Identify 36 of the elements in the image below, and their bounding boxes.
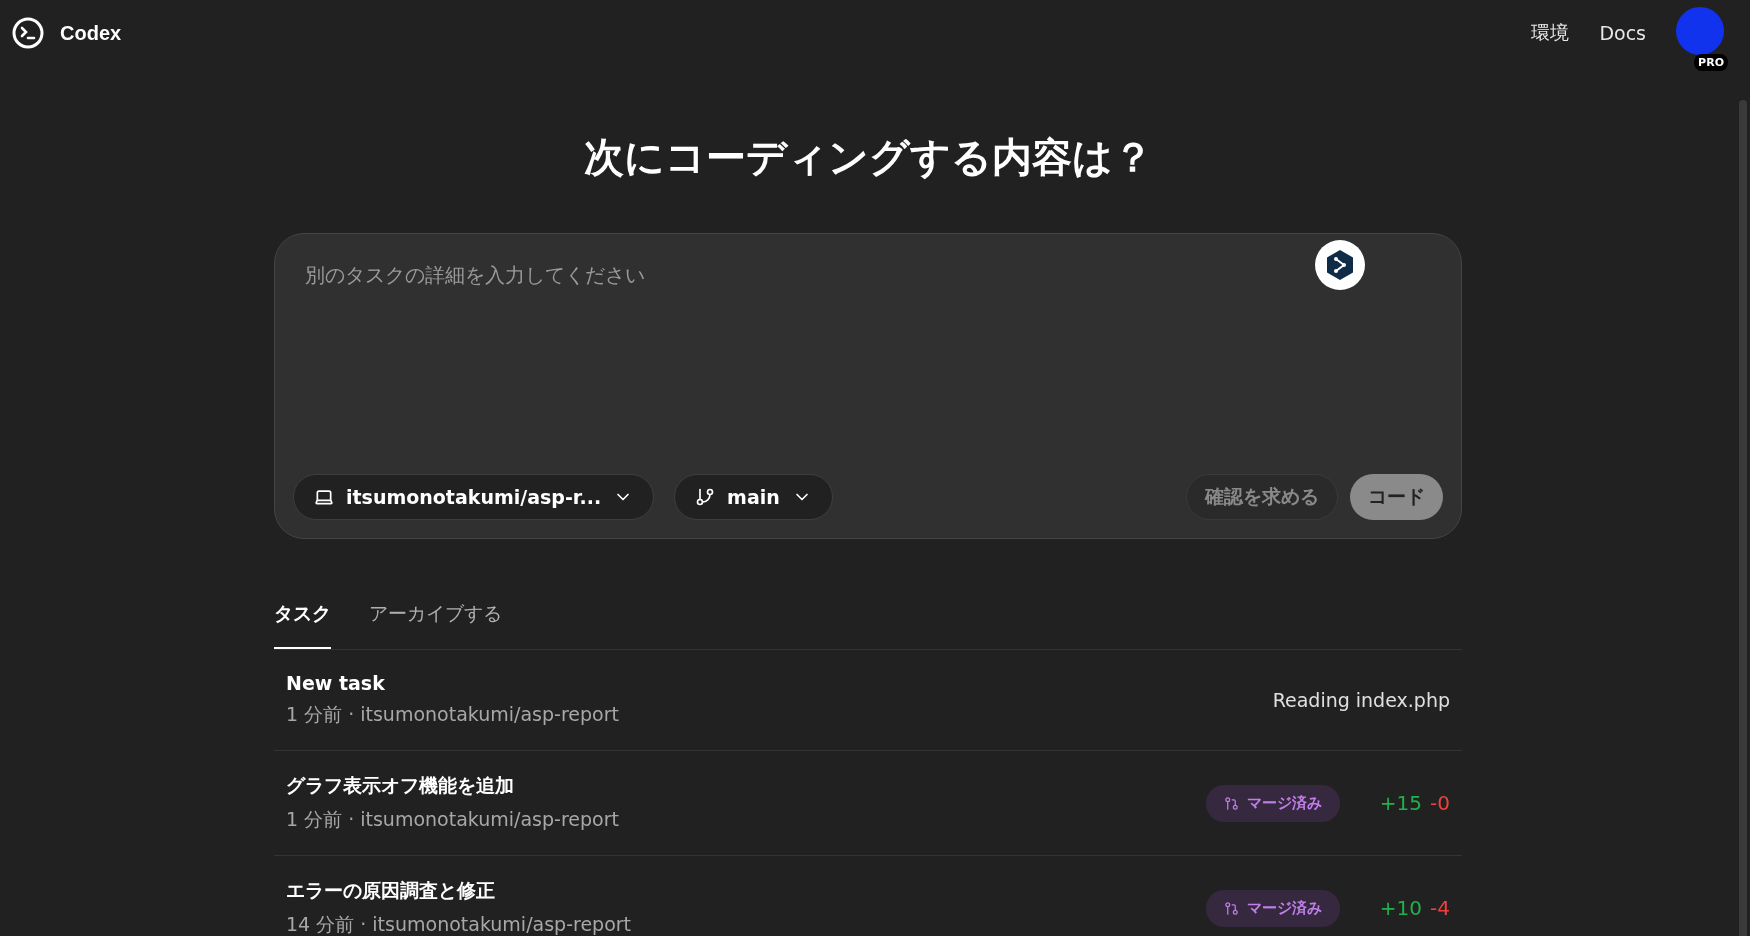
nav-link[interactable]: 環境 <box>1531 20 1570 46</box>
lines-removed: -4 <box>1430 896 1450 920</box>
task-meta: 14 分前 · itsumonotakumi/asp-report <box>286 912 633 936</box>
assistant-button[interactable] <box>1315 240 1365 290</box>
task-meta: 1 分前 · itsumonotakumi/asp-report <box>286 702 620 727</box>
code-button[interactable]: コード <box>1350 474 1443 520</box>
tab[interactable]: タスク <box>274 587 331 649</box>
lines-added: +15 <box>1379 791 1423 815</box>
lines-removed: -0 <box>1430 791 1450 815</box>
branch-icon <box>695 487 716 507</box>
repository-selector[interactable]: itsumonotakumi/asp-r... <box>293 474 655 520</box>
pro-badge: PRO <box>1694 54 1728 71</box>
task-meta: 1 分前 · itsumonotakumi/asp-report <box>286 807 620 832</box>
terminal-logo-icon <box>12 17 44 49</box>
task-title: グラフ表示オフ機能を追加 <box>286 773 515 798</box>
task-row[interactable]: エラーの原因調査と修正 14 分前 · itsumonotakumi/asp-report マージ済み +10 -4 <box>274 856 1462 936</box>
user-avatar[interactable] <box>1676 7 1724 55</box>
pull-request-icon <box>1223 900 1239 916</box>
scrollbar-thumb[interactable] <box>1739 100 1747 936</box>
badge-label: マージ済み <box>1246 898 1322 918</box>
task-title: エラーの原因調査と修正 <box>286 878 496 903</box>
pull-request-icon <box>1223 795 1239 811</box>
page-heading: 次にコーディングする内容は？ <box>582 133 1154 182</box>
task-input-field[interactable]: 別のタスクの詳細を入力してください <box>293 262 1443 302</box>
branch-selector[interactable]: main <box>674 474 833 520</box>
laptop-icon <box>314 487 334 507</box>
badge-label: マージ済み <box>1246 793 1322 813</box>
brand-name: Codex <box>60 21 122 45</box>
task-row[interactable]: New task 1 分前 · itsumonotakumi/asp-report Reading index.php <box>274 650 1462 751</box>
task-status: Reading index.php <box>1272 689 1450 711</box>
tab[interactable]: アーカイブする <box>369 587 502 649</box>
task-title: New task <box>286 672 386 694</box>
task-row[interactable]: グラフ表示オフ機能を追加 1 分前 · itsumonotakumi/asp-report マージ済み +15 -0 <box>274 751 1462 856</box>
ask-button[interactable]: 確認を求める <box>1186 474 1338 520</box>
nav-link[interactable]: Docs <box>1599 22 1646 44</box>
lines-added: +10 <box>1379 896 1423 920</box>
